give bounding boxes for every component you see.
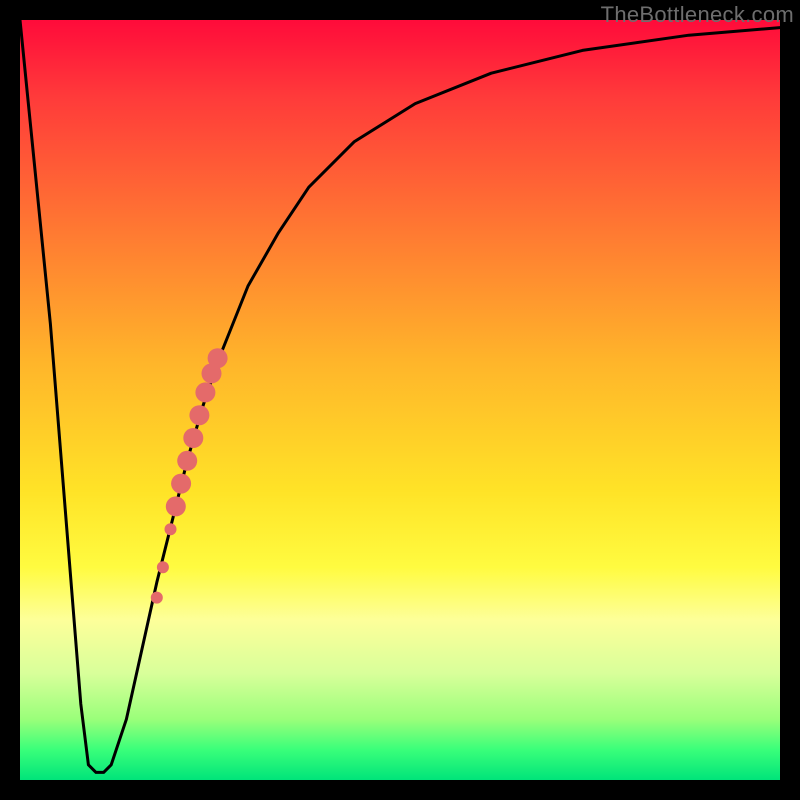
marker-point [157, 561, 169, 573]
chart-frame: TheBottleneck.com [0, 0, 800, 800]
plot-area [20, 20, 780, 780]
marker-point [151, 592, 163, 604]
watermark-text: TheBottleneck.com [601, 2, 794, 28]
marker-point [183, 428, 203, 448]
curve-layer [20, 20, 780, 780]
marker-point [189, 405, 209, 425]
bottleneck-curve [20, 20, 780, 772]
marker-point [165, 523, 177, 535]
marker-point [166, 496, 186, 516]
marker-point [195, 382, 215, 402]
marker-point [208, 348, 228, 368]
marker-point [171, 474, 191, 494]
marker-point [177, 451, 197, 471]
